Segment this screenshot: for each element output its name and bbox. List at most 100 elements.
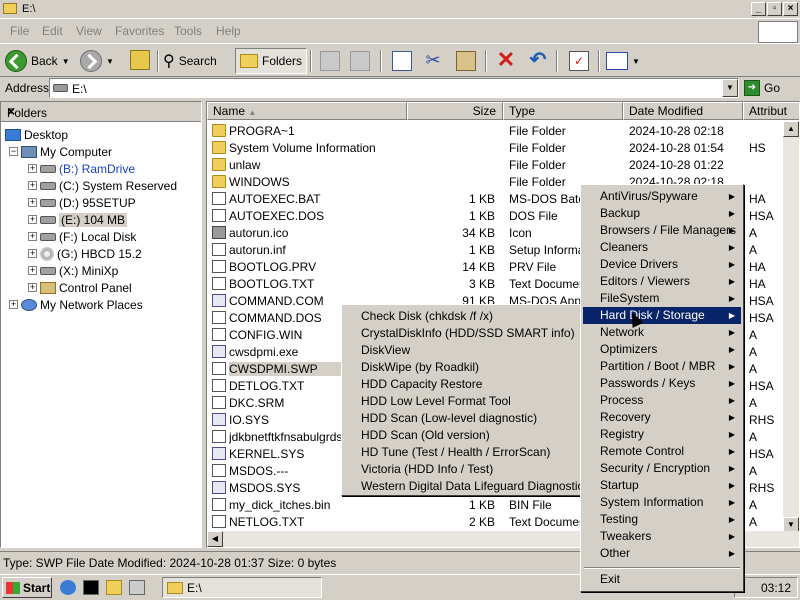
tree-item-f-drive[interactable]: + (F:) Local Disk [28,228,136,245]
expand-icon[interactable]: + [28,249,37,258]
menu-item[interactable]: System Information ▶ [583,494,741,511]
menu-item[interactable]: Device Drivers ▶ [583,256,741,273]
submenu-item[interactable]: HDD Capacity Restore [344,376,580,393]
menu-item[interactable]: AntiVirus/Spyware ▶ [583,188,741,205]
table-row[interactable]: unlaw File Folder 2024-10-28 01:22 [207,156,787,173]
tree-item-my-computer[interactable]: − My Computer [9,143,112,160]
show-desktop-icon[interactable] [129,580,145,595]
tree-item-c-drive[interactable]: + (C:) System Reserved [28,177,177,194]
tree-item-control-panel[interactable]: + Control Panel [28,279,132,296]
menu-item[interactable]: Partition / Boot / MBR ▶ [583,358,741,375]
views-button[interactable]: ▼ [606,48,640,74]
column-header-size[interactable]: Size [407,102,503,120]
column-header-attributes[interactable]: Attribut [743,102,799,120]
tree-item-g-drive[interactable]: + (G:) HBCD 15.2 [28,245,142,262]
submenu-item[interactable]: DiskView [344,342,580,359]
minimize-button[interactable]: _ [751,2,766,16]
column-header-name[interactable]: Name ▲ [207,102,407,120]
table-row[interactable]: System Volume Information File Folder 2024… [207,139,787,156]
paste-icon[interactable] [456,51,476,71]
close-pane-icon[interactable]: × [7,103,195,119]
column-header-date[interactable]: Date Modified [623,102,743,120]
menu-item[interactable]: Optimizers ▶ [583,341,741,358]
expand-icon[interactable]: + [9,300,18,309]
copy-to-icon[interactable] [350,51,370,71]
expand-icon[interactable]: + [28,232,37,241]
forward-button[interactable]: ▼ [80,48,114,74]
submenu-item[interactable]: Western Digital Data Lifeguard Diagnosti… [344,478,584,495]
menu-item[interactable]: Other ▶ [583,545,741,562]
menu-item[interactable]: Editors / Viewers ▶ [583,273,741,290]
expand-icon[interactable]: + [28,181,37,190]
submenu-item[interactable]: HDD Scan (Old version) [344,427,580,444]
submenu-arrow-icon: ▶ [728,311,735,320]
submenu-item[interactable]: HD Tune (Test / Health / ErrorScan) [344,444,580,461]
back-button[interactable]: Back ▼ [5,48,70,74]
tree-item-desktop[interactable]: Desktop [5,126,68,143]
cut-icon[interactable]: ✂ [423,51,443,71]
menu-item[interactable]: Recovery ▶ [583,409,741,426]
undo-icon[interactable]: ↶ [528,50,548,71]
taskbar-item-explorer[interactable]: E:\ [162,577,322,598]
menu-item[interactable]: Browsers / File Managers ▶ [583,222,741,239]
expand-icon[interactable]: + [28,266,37,275]
menu-help[interactable]: Help [216,24,241,38]
menu-tools[interactable]: Tools [174,24,202,38]
submenu-item[interactable]: HDD Scan (Low-level diagnostic) [344,410,580,427]
folders-button[interactable]: Folders [235,48,308,74]
start-button[interactable]: Start [2,577,52,598]
close-button[interactable]: × [783,2,798,16]
explorer-icon[interactable] [106,580,122,595]
expand-icon[interactable]: + [28,283,37,292]
menu-item[interactable]: Tweakers ▶ [583,528,741,545]
expand-icon[interactable]: + [28,198,37,207]
menu-item[interactable]: Backup ▶ [583,205,741,222]
address-dropdown-button[interactable]: ▼ [722,79,738,97]
submenu-item[interactable]: CrystalDiskInfo (HDD/SSD SMART info) [344,325,580,342]
scroll-left-button[interactable]: ◀ [207,531,223,547]
table-row[interactable]: PROGRA~1 File Folder 2024-10-28 02:18 [207,122,787,139]
menu-item[interactable]: Testing ▶ [583,511,741,528]
submenu-item[interactable]: HDD Low Level Format Tool [344,393,580,410]
menu-item[interactable]: Network ▶ [583,324,741,341]
tree-item-e-drive[interactable]: + (E:) 104 MB [28,211,128,228]
internet-explorer-icon[interactable] [60,580,76,595]
menu-item[interactable]: Passwords / Keys ▶ [583,375,741,392]
menu-item[interactable]: Process ▶ [583,392,741,409]
move-to-icon[interactable] [320,51,340,71]
submenu-item[interactable]: Check Disk (chkdsk /f /x) [344,308,580,325]
menu-file[interactable]: File [10,24,29,38]
menu-item[interactable]: Security / Encryption ▶ [583,460,741,477]
delete-icon[interactable]: ✕ [496,49,516,71]
tree-item-network[interactable]: + My Network Places [9,296,143,313]
maximize-button[interactable]: ▫ [767,2,782,16]
collapse-icon[interactable]: − [9,147,18,156]
tree-item-d-drive[interactable]: + (D:) 95SETUP [28,194,136,211]
up-folder-icon[interactable] [130,50,150,70]
menu-item[interactable]: Cleaners ▶ [583,239,741,256]
submenu-item[interactable]: DiskWipe (by Roadkil) [344,359,580,376]
menu-edit[interactable]: Edit [42,24,63,38]
address-input[interactable]: E:\ ▼ [49,78,739,98]
expand-icon[interactable]: + [28,215,37,224]
menu-item-exit[interactable]: Exit [583,571,741,588]
column-header-type[interactable]: Type [503,102,623,120]
menu-view[interactable]: View [76,24,102,38]
tree-item-x-drive[interactable]: + (X:) MiniXp [28,262,118,279]
submenu-item[interactable]: Victoria (HDD Info / Test) [344,461,580,478]
go-button[interactable]: ➜ Go [744,78,796,98]
scroll-up-button[interactable]: ▲ [783,121,799,137]
search-button[interactable]: ⚲ Search [163,48,217,74]
menu-item[interactable]: Hard Disk / Storage ▶ [583,307,741,324]
menu-item[interactable]: FileSystem ▶ [583,290,741,307]
properties-icon[interactable]: ✓ [569,51,589,71]
vertical-scrollbar[interactable]: ▲ ▼ [783,121,799,533]
tree-item-b-drive[interactable]: + (B:) RamDrive [28,160,135,177]
menu-item[interactable]: Startup ▶ [583,477,741,494]
command-prompt-icon[interactable] [83,580,99,595]
expand-icon[interactable]: + [28,164,37,173]
menu-item[interactable]: Remote Control ▶ [583,443,741,460]
menu-item[interactable]: Registry ▶ [583,426,741,443]
menu-favorites[interactable]: Favorites [115,24,164,38]
copy-icon[interactable] [392,51,412,71]
